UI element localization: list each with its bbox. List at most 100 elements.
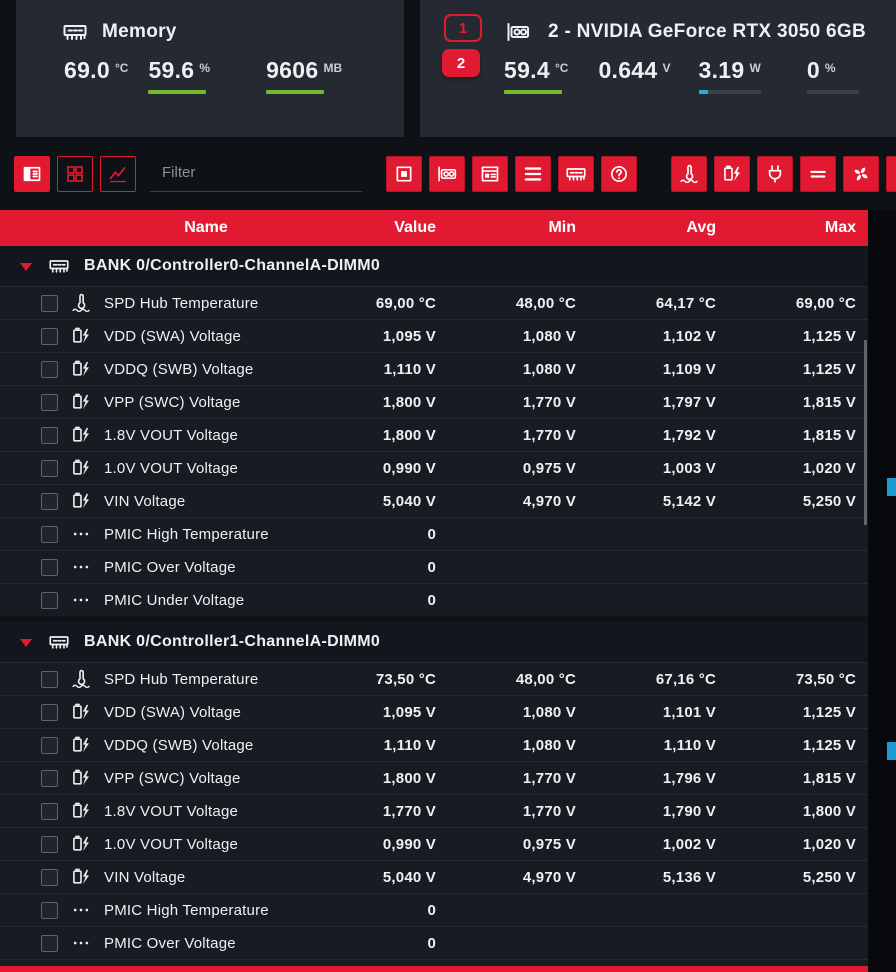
sensor-max: 5,250 V	[802, 868, 856, 886]
vertical-scrollbar-thumb[interactable]	[864, 340, 867, 525]
row-checkbox[interactable]	[41, 327, 58, 345]
sensor-row[interactable]: PMIC Over Voltage 0	[0, 926, 868, 959]
sensor-row[interactable]: VDDQ (SWB) Voltage 1,110 V 1,080 V 1,109…	[0, 352, 868, 385]
sensor-row[interactable]: VDDQ (SWB) Voltage 1,110 V 1,080 V 1,110…	[0, 728, 868, 761]
fan-button[interactable]	[843, 155, 879, 192]
sensor-row[interactable]: VPP (SWC) Voltage 1,800 V 1,770 V 1,797 …	[0, 385, 868, 418]
sensor-min: 1,770 V	[522, 426, 576, 444]
sensor-min: 1,080 V	[522, 736, 576, 754]
dots-icon	[70, 590, 92, 610]
table-body: BANK 0/Controller0-ChannelA-DIMM0 SPD Hu…	[0, 246, 868, 972]
row-checkbox[interactable]	[41, 591, 58, 609]
square-button[interactable]	[386, 155, 422, 192]
grid-button[interactable]	[57, 155, 93, 192]
battery-bolt-icon	[70, 425, 92, 445]
help-button[interactable]	[601, 155, 637, 192]
column-header-min[interactable]: Min	[448, 219, 588, 237]
sensor-row[interactable]: 1.0V VOUT Voltage 0,990 V 0,975 V 1,003 …	[0, 451, 868, 484]
gpu-2-badge[interactable]: 2	[442, 49, 480, 77]
row-checkbox[interactable]	[41, 703, 58, 721]
sensor-row[interactable]: PMIC High Temperature 0	[0, 893, 868, 926]
memory-icon	[46, 632, 72, 652]
dc-power-button[interactable]	[800, 155, 836, 192]
column-header-avg[interactable]: Avg	[588, 219, 728, 237]
line-chart-button[interactable]	[100, 155, 136, 192]
sensor-row[interactable]: 1.8V VOUT Voltage 1,800 V 1,770 V 1,792 …	[0, 418, 868, 451]
gpu-button[interactable]	[429, 155, 465, 192]
sensor-row[interactable]: VPP (SWC) Voltage 1,800 V 1,770 V 1,796 …	[0, 761, 868, 794]
view-switch-group	[14, 155, 136, 192]
column-header-name[interactable]: Name	[104, 219, 308, 237]
sensor-row[interactable]: VDD (SWA) Voltage 1,095 V 1,080 V 1,101 …	[0, 695, 868, 728]
sensor-row[interactable]: PMIC High Temperature 0	[0, 517, 868, 550]
sensor-value: 1,110 V	[383, 736, 436, 754]
row-checkbox[interactable]	[41, 835, 58, 853]
sensor-max: 69,00 °C	[795, 294, 856, 312]
sensor-max: 1,800 V	[802, 802, 856, 820]
sensor-row[interactable]: SPD Hub Temperature 73,50 °C 48,00 °C 67…	[0, 662, 868, 695]
sensor-row[interactable]: PMIC Under Voltage 0	[0, 583, 868, 616]
grid-icon	[65, 164, 85, 184]
gpu-power-value: 3.19	[698, 57, 745, 83]
row-checkbox[interactable]	[41, 736, 58, 754]
row-checkbox[interactable]	[41, 393, 58, 411]
sensor-group-header[interactable]: BANK 0/Controller0-ChannelA-DIMM0	[0, 246, 868, 286]
sensor-value: 0	[427, 934, 436, 952]
row-checkbox[interactable]	[41, 802, 58, 820]
sensor-avg: 1,790 V	[662, 802, 716, 820]
row-checkbox[interactable]	[41, 934, 58, 952]
sensor-row[interactable]: VIN Voltage 5,040 V 4,970 V 5,136 V 5,25…	[0, 860, 868, 893]
gpu-temperature-bar	[504, 90, 562, 94]
row-checkbox[interactable]	[41, 294, 58, 312]
sensor-name: VIN Voltage	[104, 492, 186, 510]
sensor-row[interactable]: PMIC Over Voltage 0	[0, 550, 868, 583]
collapse-caret-icon[interactable]	[20, 263, 32, 271]
sensor-row[interactable]: SPD Hub Temperature 69,00 °C 48,00 °C 64…	[0, 286, 868, 319]
filter-wrap	[150, 155, 362, 192]
sensor-group-header[interactable]: BANK 0/Controller1-ChannelA-DIMM0	[0, 622, 868, 662]
horizontal-scrollbar[interactable]	[0, 966, 868, 972]
sensor-row[interactable]: 1.0V VOUT Voltage 0,990 V 0,975 V 1,002 …	[0, 827, 868, 860]
sensor-name: VDD (SWA) Voltage	[104, 703, 242, 721]
rows-button[interactable]	[515, 155, 551, 192]
thermometer-button[interactable]	[671, 155, 707, 192]
sensor-row[interactable]: VDD (SWA) Voltage 1,095 V 1,080 V 1,102 …	[0, 319, 868, 352]
column-header-value[interactable]: Value	[308, 219, 448, 237]
thermometer-icon	[679, 164, 699, 184]
row-checkbox[interactable]	[41, 901, 58, 919]
benchmark-button[interactable]	[472, 155, 508, 192]
row-checkbox[interactable]	[41, 769, 58, 787]
sensor-name: VDDQ (SWB) Voltage	[104, 360, 254, 378]
percent-button[interactable]	[886, 155, 896, 192]
sensor-max: 1,815 V	[802, 393, 856, 411]
row-checkbox[interactable]	[41, 525, 58, 543]
collapse-caret-icon[interactable]	[20, 639, 32, 647]
sensor-type-button-group	[671, 155, 896, 192]
row-checkbox[interactable]	[41, 868, 58, 886]
sidebar-panel-button[interactable]	[14, 155, 50, 192]
sensor-min: 1,770 V	[522, 393, 576, 411]
sensor-value: 1,800 V	[382, 426, 436, 444]
row-checkbox[interactable]	[41, 492, 58, 510]
row-checkbox[interactable]	[41, 459, 58, 477]
row-checkbox[interactable]	[41, 558, 58, 576]
row-checkbox[interactable]	[41, 670, 58, 688]
gpu-load-value: 0	[806, 57, 820, 83]
sensor-row[interactable]: VIN Voltage 5,040 V 4,970 V 5,142 V 5,25…	[0, 484, 868, 517]
gpu-voltage-value: 0.644	[598, 57, 658, 83]
row-checkbox[interactable]	[41, 426, 58, 444]
filter-input[interactable]	[150, 155, 362, 192]
sensor-avg: 1,002 V	[662, 835, 716, 853]
help-icon	[609, 164, 629, 184]
row-checkbox[interactable]	[41, 360, 58, 378]
sensor-max: 73,50 °C	[795, 670, 856, 688]
plug-button[interactable]	[757, 155, 793, 192]
sensor-min: 1,080 V	[522, 360, 576, 378]
column-header-max[interactable]: Max	[728, 219, 868, 237]
sensor-name: SPD Hub Temperature	[104, 670, 259, 688]
gpu-1-badge[interactable]: 1	[444, 14, 482, 42]
memory-button[interactable]	[558, 155, 594, 192]
sensor-row[interactable]: 1.8V VOUT Voltage 1,770 V 1,770 V 1,790 …	[0, 794, 868, 827]
thermometer-icon	[70, 293, 92, 313]
battery-bolt-button[interactable]	[714, 155, 750, 192]
